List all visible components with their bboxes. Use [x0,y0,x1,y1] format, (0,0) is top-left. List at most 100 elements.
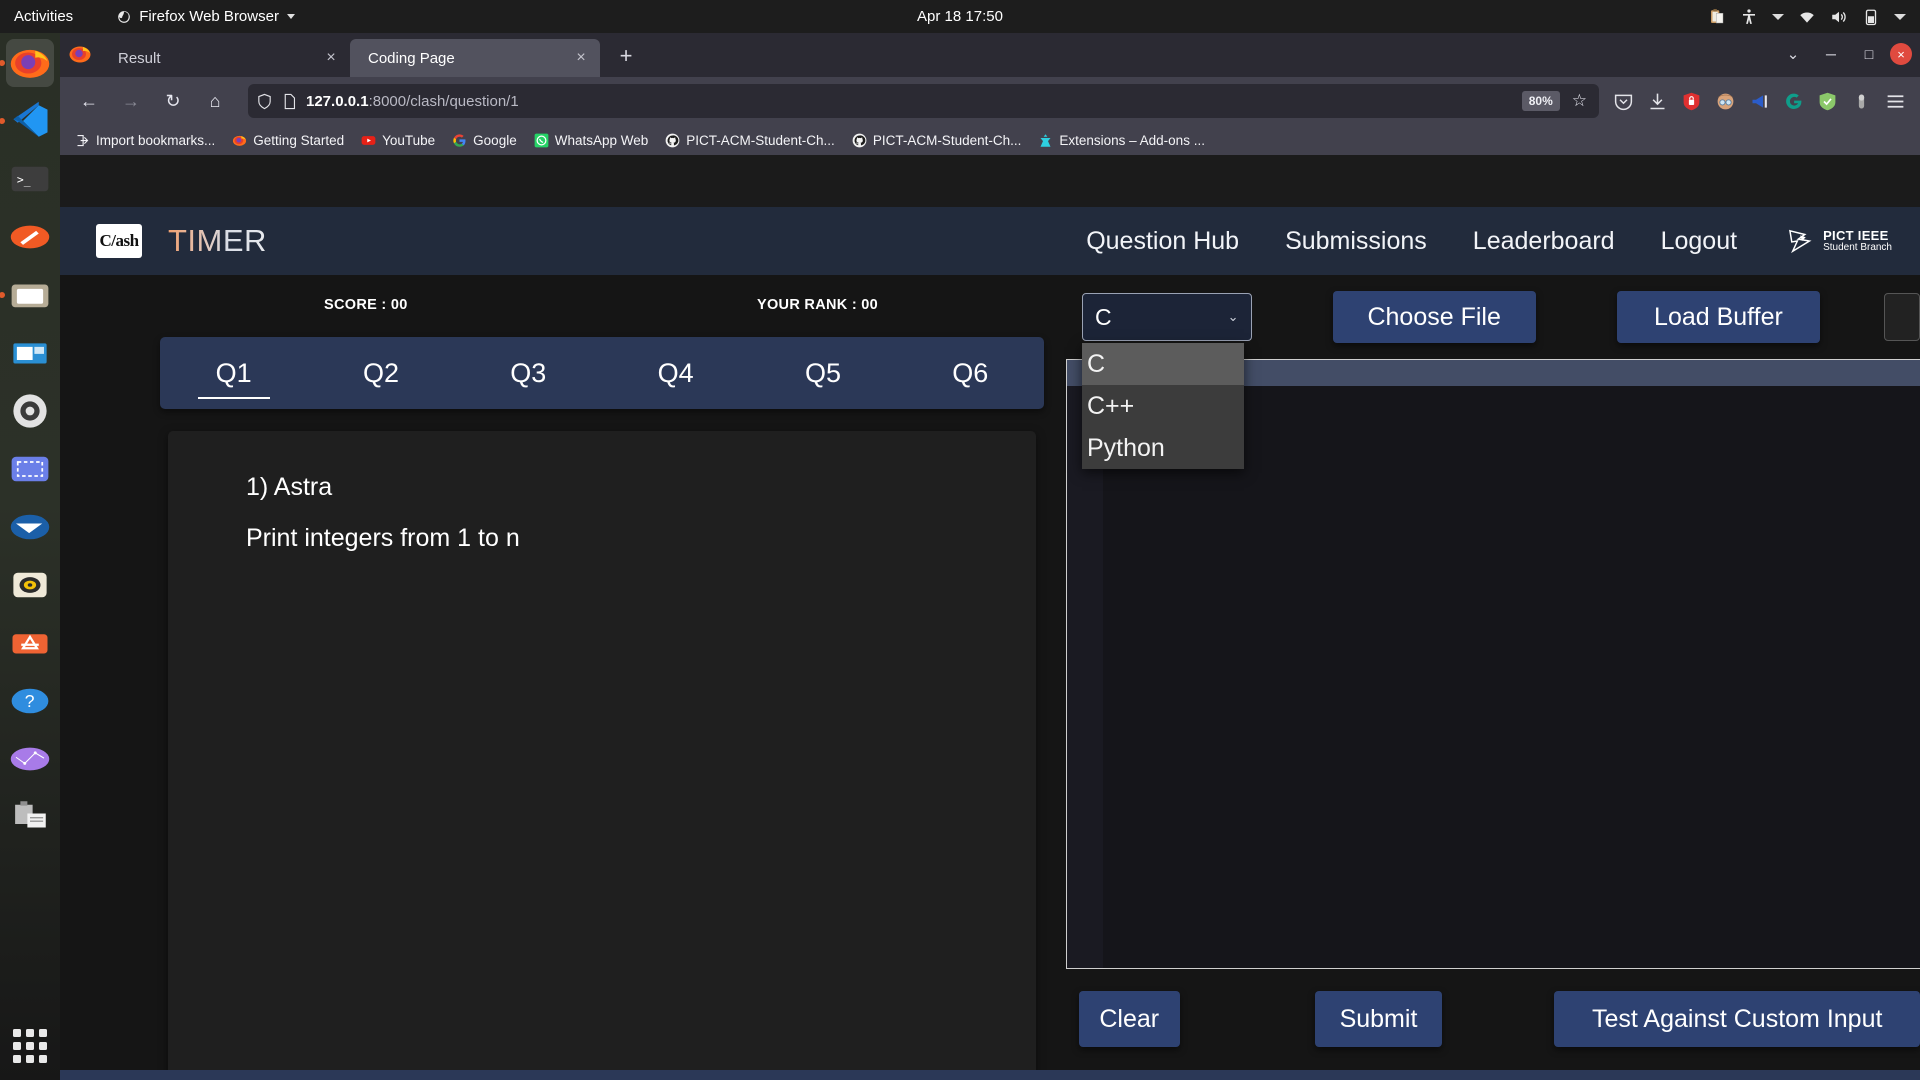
ieee-logo-line1: PICT IEEE [1823,227,1889,243]
dock-item-terminal[interactable]: >_ [6,155,54,203]
app-menu-button[interactable]: Firefox Web Browser [117,8,295,25]
list-all-tabs-icon[interactable]: ⌄ [1776,45,1810,63]
app-menu-label: Firefox Web Browser [139,8,279,25]
tab-result[interactable]: Result × [100,39,350,77]
bookmark-getting-started[interactable]: Getting Started [225,130,351,151]
folder-icon [11,284,49,308]
language-select[interactable]: C ⌄ C C++ Python [1082,293,1252,469]
shield-check-icon[interactable] [1817,91,1838,112]
screenshot-icon [11,456,49,482]
google-icon[interactable] [1783,91,1804,112]
firefox-icon [69,46,91,63]
question-tab-q6[interactable]: Q6 [897,337,1044,409]
bookmark-pict-acm-1[interactable]: PICT-ACM-Student-Ch... [658,130,842,151]
pocket-icon[interactable] [1613,91,1634,112]
chevron-down-icon[interactable] [1772,13,1784,20]
github-icon [852,133,867,147]
editor-column: C ⌄ C C++ Python Choose File Load Buffer [1065,275,1920,1047]
editor-controls-row: C ⌄ C C++ Python Choose File Load Buffer [1065,275,1920,469]
question-tab-q2[interactable]: Q2 [307,337,454,409]
question-tab-q5[interactable]: Q5 [749,337,896,409]
pill-icon[interactable] [1851,91,1872,112]
bookmark-star-icon[interactable]: ☆ [1568,91,1591,111]
hamburger-menu-icon[interactable] [1885,91,1906,112]
battery-icon[interactable] [1862,8,1880,26]
app-grid-dot [13,1029,21,1037]
load-buffer-button[interactable]: Load Buffer [1616,291,1821,343]
bookmark-label: YouTube [382,132,436,148]
dock-item-libreoffice-writer[interactable] [6,329,54,377]
reload-button[interactable]: ↻ [154,84,192,118]
dock-item-ubuntu-software[interactable] [6,619,54,667]
close-icon[interactable]: × [570,50,592,66]
dock-item-rhythmbox[interactable] [6,561,54,609]
maximize-button[interactable]: □ [1852,39,1886,69]
clear-button[interactable]: Clear [1079,991,1180,1047]
volume-icon[interactable] [1830,8,1848,26]
dock-item-text-editor[interactable] [6,213,54,261]
new-tab-button[interactable]: + [608,39,644,75]
url-text: 127.0.0.1:8000/clash/question/1 [306,93,1514,110]
show-applications-button[interactable] [8,1024,52,1068]
bookmark-google[interactable]: Google [445,130,524,151]
rank-label: YOUR RANK : 00 [757,297,879,313]
chevron-down-icon[interactable] [1894,13,1906,20]
dock-item-screenshot[interactable] [6,445,54,493]
close-icon[interactable]: × [320,50,342,66]
password-lock-icon[interactable] [1681,91,1702,112]
activities-button[interactable]: Activities [14,8,73,25]
choose-file-button[interactable]: Choose File [1332,291,1536,343]
page-info-icon[interactable] [281,93,298,110]
test-custom-input-button[interactable]: Test Against Custom Input [1554,991,1920,1047]
dock-item-firefox[interactable] [0,39,54,87]
back-button[interactable]: ← [70,84,108,118]
dock-item-help[interactable]: ? [6,677,54,725]
file-name-box[interactable] [1884,293,1920,341]
dock-item-vscode[interactable] [0,97,54,145]
clipboard-icon[interactable] [1708,8,1726,26]
submit-button[interactable]: Submit [1314,991,1443,1047]
language-option-python[interactable]: Python [1082,427,1244,469]
question-tab-q4[interactable]: Q4 [602,337,749,409]
bookmark-label: PICT-ACM-Student-Ch... [872,132,1022,148]
dock-item-files[interactable] [0,271,54,319]
bookmark-whatsapp[interactable]: WhatsApp Web [527,130,656,151]
nav-link-question-hub[interactable]: Question Hub [1086,227,1239,256]
avatar-glasses-icon[interactable] [1715,91,1736,112]
accessibility-icon[interactable] [1740,8,1758,26]
app-grid-dot [26,1055,34,1063]
bookmark-youtube[interactable]: YouTube [354,130,442,151]
nav-link-leaderboard[interactable]: Leaderboard [1473,227,1615,256]
language-option-cpp[interactable]: C++ [1082,385,1244,427]
dock-item-network-viewer[interactable] [6,735,54,783]
dock-item-settings[interactable] [6,387,54,435]
dock-item-thunderbird[interactable] [6,503,54,551]
clash-logo[interactable]: C/ash [96,224,142,258]
bookmark-pict-acm-2[interactable]: PICT-ACM-Student-Ch... [845,130,1029,151]
close-window-button[interactable]: × [1890,43,1912,65]
zoom-level-badge[interactable]: 80% [1521,91,1560,111]
question-tab-q3[interactable]: Q3 [455,337,602,409]
address-bar[interactable]: 127.0.0.1:8000/clash/question/1 80% ☆ [248,84,1599,118]
question-tab-q1[interactable]: Q1 [160,337,307,409]
question-title: 1) Astra [246,473,333,501]
svg-text:?: ? [25,691,35,711]
youtube-icon [361,135,376,145]
app-grid-dot [26,1042,34,1050]
minimize-button[interactable]: ─ [1814,39,1848,69]
forward-button[interactable]: → [112,84,150,118]
bookmark-import[interactable]: Import bookmarks... [68,130,222,151]
dock-item-clipboard-manager[interactable] [6,793,54,841]
nav-link-submissions[interactable]: Submissions [1285,227,1427,256]
app-grid-dot [39,1042,47,1050]
bookmark-extensions[interactable]: Extensions – Add-ons ... [1031,130,1212,151]
nav-link-logout[interactable]: Logout [1661,227,1737,256]
home-button[interactable]: ⌂ [196,84,234,118]
system-clock[interactable]: Apr 18 17:50 [917,8,1003,25]
megaphone-icon[interactable] [1749,91,1770,112]
tab-coding-page[interactable]: Coding Page × [350,39,600,77]
downloads-icon[interactable] [1647,91,1668,112]
wifi-icon[interactable] [1798,8,1816,26]
language-option-c[interactable]: C [1082,343,1244,385]
shield-icon[interactable] [256,93,273,110]
